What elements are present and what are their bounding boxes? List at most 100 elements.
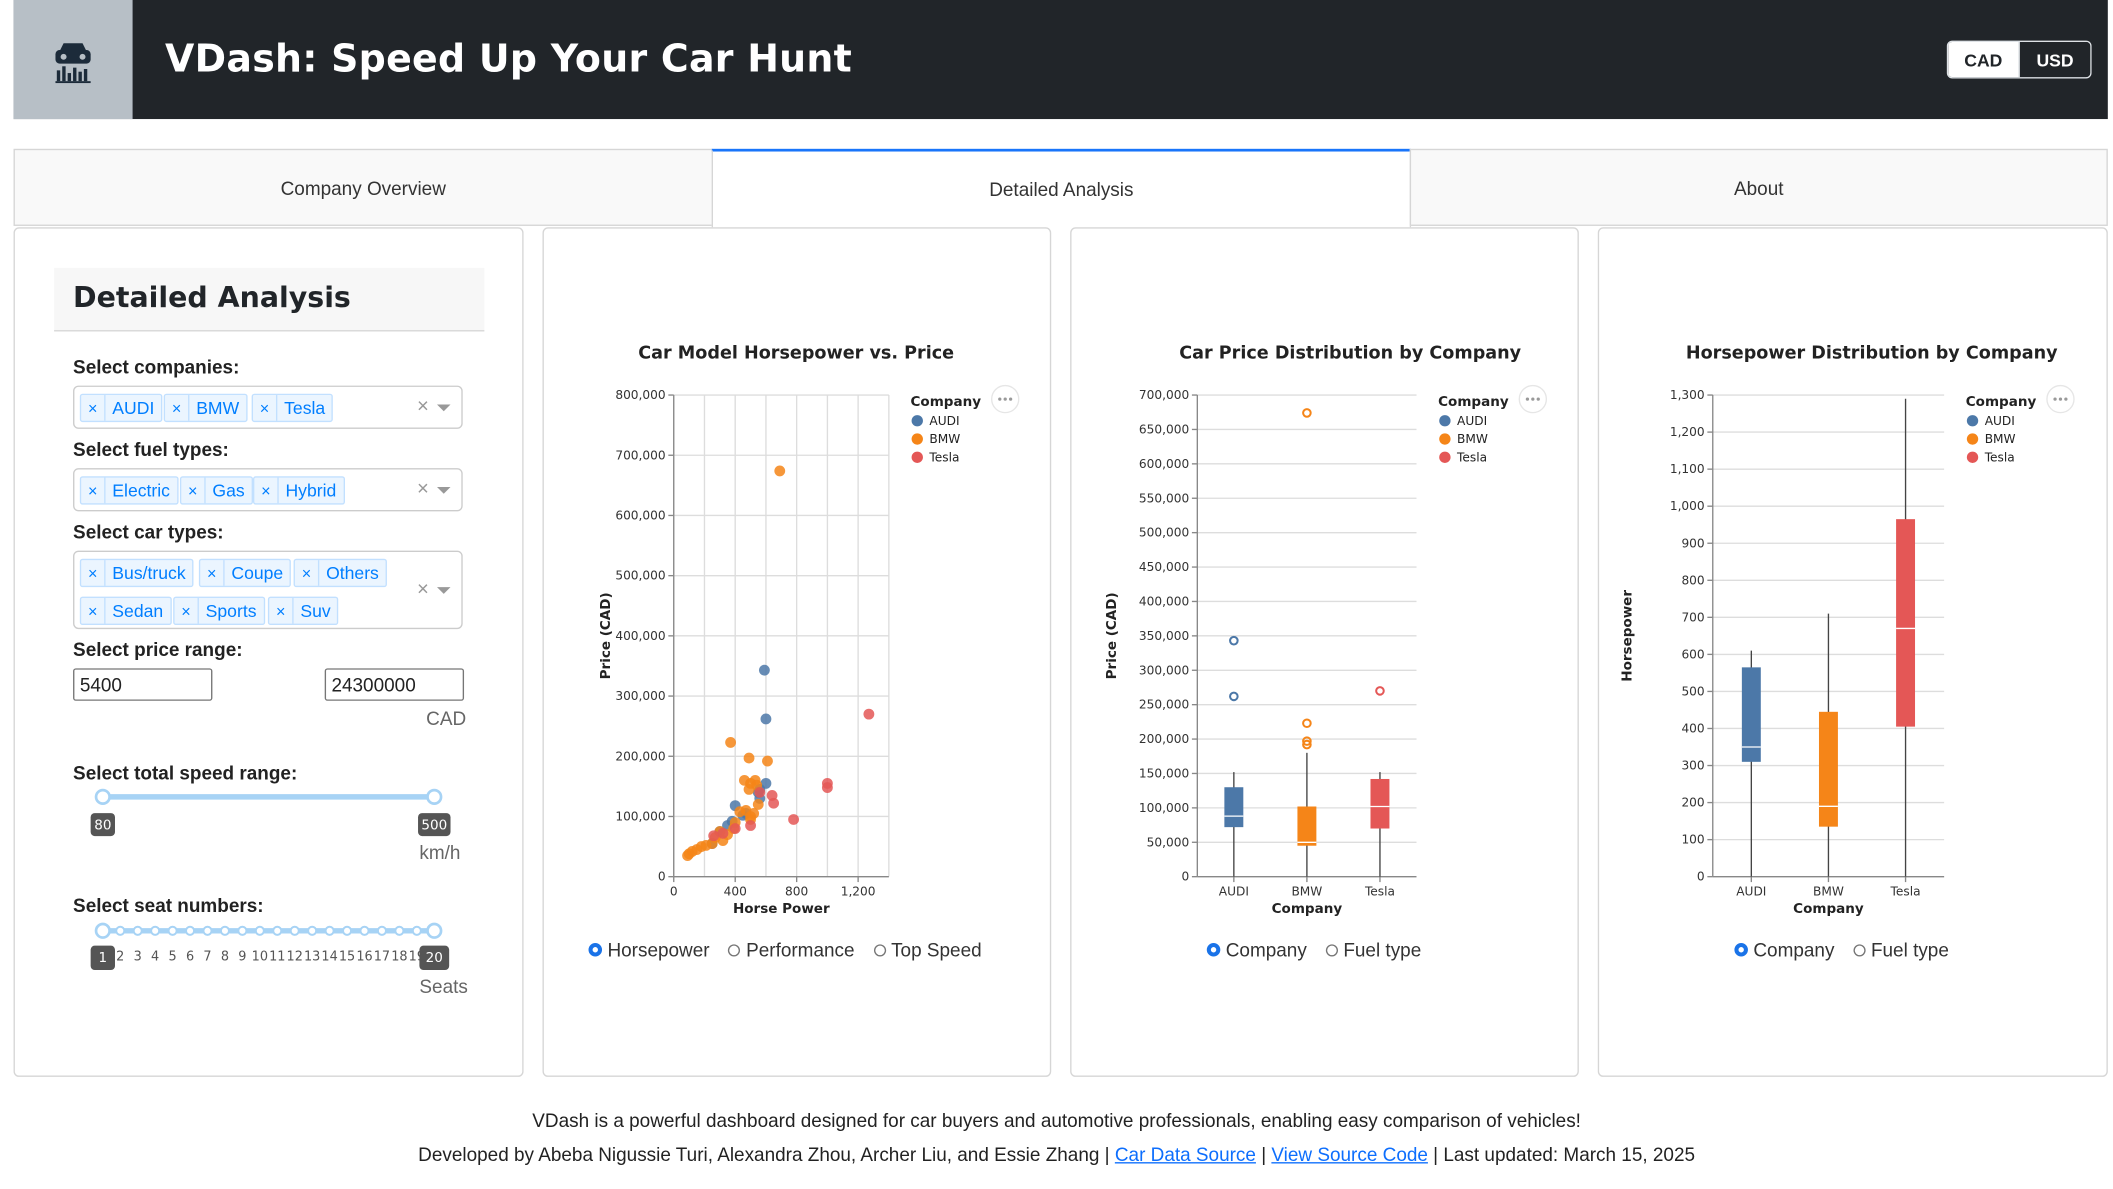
remove-icon[interactable]: × bbox=[269, 597, 294, 624]
legend-label: BMW bbox=[1457, 432, 1488, 446]
tab-about[interactable]: About bbox=[1409, 148, 2108, 226]
remove-icon[interactable]: × bbox=[81, 597, 106, 624]
remove-icon[interactable]: × bbox=[165, 395, 190, 421]
radio-checked-icon[interactable] bbox=[588, 942, 603, 957]
currency-cad-button[interactable]: CAD bbox=[1948, 41, 2019, 78]
remove-icon[interactable]: × bbox=[81, 477, 106, 504]
currency-usd-button[interactable]: USD bbox=[2018, 41, 2091, 78]
chip-sports: × Sports bbox=[173, 596, 265, 626]
legend-title: Company bbox=[1438, 394, 1509, 410]
speed-range-slider[interactable]: 80 500 bbox=[83, 786, 462, 840]
seat-max-handle[interactable] bbox=[426, 922, 443, 939]
scatter-point bbox=[754, 786, 766, 798]
legend-swatch bbox=[911, 451, 923, 463]
seat-mark-dot[interactable] bbox=[115, 925, 126, 936]
remove-icon[interactable]: × bbox=[81, 560, 106, 586]
y-axis-label: Price (CAD) bbox=[1104, 592, 1120, 679]
radio-unchecked-icon[interactable] bbox=[1325, 943, 1338, 956]
chart-title: Horsepower Distribution by Company bbox=[1686, 344, 2058, 364]
seat-mark-dot[interactable] bbox=[167, 925, 178, 936]
seat-mark-dot[interactable] bbox=[341, 925, 353, 936]
currency-toggle: CAD USD bbox=[1946, 40, 2092, 79]
chip-suv: × Suv bbox=[267, 596, 339, 626]
chevron-down-icon[interactable] bbox=[436, 587, 451, 594]
seat-mark-dot[interactable] bbox=[237, 925, 248, 936]
speed-max-handle[interactable] bbox=[426, 788, 443, 805]
seat-mark-dot[interactable] bbox=[324, 925, 335, 936]
seat-mark-dot[interactable] bbox=[307, 925, 318, 936]
fuel-types-select[interactable]: × Electric × Gas × Hybrid × bbox=[73, 468, 463, 512]
seat-mark-dot[interactable] bbox=[219, 925, 231, 936]
chart-title: Car Model Horsepower vs. Price bbox=[638, 344, 954, 364]
radio-top-speed[interactable]: Top Speed bbox=[873, 939, 982, 961]
seat-mark-dot[interactable] bbox=[272, 925, 283, 936]
chevron-down-icon[interactable] bbox=[436, 404, 451, 412]
companies-select[interactable]: × AUDI × BMW × Tesla × bbox=[73, 385, 463, 429]
x-tick-label: Tesla bbox=[1890, 885, 1921, 899]
seat-mark-dot[interactable] bbox=[184, 925, 196, 936]
seat-mark-dot[interactable] bbox=[202, 925, 213, 936]
y-tick-label: 0 bbox=[658, 870, 666, 884]
seat-mark-dot[interactable] bbox=[254, 925, 265, 936]
remove-icon[interactable]: × bbox=[200, 560, 225, 586]
price-min-input[interactable]: 5400 bbox=[73, 668, 213, 701]
clear-icon[interactable]: × bbox=[417, 395, 429, 418]
seat-mark-label: 3 bbox=[134, 950, 142, 965]
legend-label: BMW bbox=[1985, 432, 2016, 446]
seat-mark-dot[interactable] bbox=[394, 925, 405, 936]
remove-icon[interactable]: × bbox=[175, 597, 199, 624]
seat-mark-dot[interactable] bbox=[150, 925, 161, 936]
tab-detailed-analysis[interactable]: Detailed Analysis bbox=[711, 148, 1412, 228]
radio-unchecked-icon[interactable] bbox=[1853, 943, 1866, 956]
car-types-select[interactable]: × Bus/truck × Coupe × Others × Sedan × Sports… bbox=[73, 550, 463, 630]
seat-range-slider[interactable]: 2 3 4 5 6 7 8 9 10 11 12 13 14 15 16 17 18 19 1 20 bbox=[83, 920, 469, 974]
tab-company-overview[interactable]: Company Overview bbox=[13, 148, 713, 226]
more-dot bbox=[1531, 397, 1535, 401]
clear-icon[interactable]: × bbox=[417, 578, 429, 601]
radio-unchecked-icon[interactable] bbox=[873, 943, 886, 956]
y-tick-label: 100 bbox=[1681, 833, 1704, 847]
x-tick-label: AUDI bbox=[1736, 885, 1766, 899]
seat-mark-label: 11 bbox=[269, 950, 285, 965]
price-box-card: Car Price Distribution by Company 0 50,000… bbox=[1070, 227, 1579, 1077]
sidebar-header: Detailed Analysis bbox=[54, 267, 485, 332]
price-max-input[interactable]: 24300000 bbox=[324, 668, 465, 701]
radio-performance[interactable]: Performance bbox=[728, 939, 855, 961]
chip-coupe: × Coupe bbox=[198, 558, 292, 588]
clear-icon[interactable]: × bbox=[417, 478, 429, 501]
chart-title: Car Price Distribution by Company bbox=[1179, 344, 1521, 364]
y-tick-label: 1,000 bbox=[1670, 499, 1705, 513]
view-source-code-link[interactable]: View Source Code bbox=[1271, 1143, 1428, 1165]
radio-company[interactable]: Company bbox=[1734, 939, 1834, 961]
y-tick-label: 600,000 bbox=[1139, 457, 1189, 471]
seat-mark-dot[interactable] bbox=[132, 925, 143, 936]
footer-description: VDash is a powerful dashboard designed f… bbox=[532, 1109, 1581, 1132]
radio-fuel-type[interactable]: Fuel type bbox=[1853, 939, 1949, 961]
car-data-source-link[interactable]: Car Data Source bbox=[1115, 1143, 1256, 1165]
seat-mark-dot[interactable] bbox=[359, 925, 370, 936]
remove-icon[interactable]: × bbox=[181, 477, 206, 504]
y-tick-label: 1,100 bbox=[1670, 462, 1705, 476]
x-tick-label: 1,200 bbox=[841, 885, 876, 899]
chevron-down-icon[interactable] bbox=[436, 487, 451, 494]
seat-mark-label: 8 bbox=[221, 950, 229, 965]
remove-icon[interactable]: × bbox=[253, 395, 278, 421]
radio-company[interactable]: Company bbox=[1206, 939, 1307, 961]
radio-checked-icon[interactable] bbox=[1206, 942, 1221, 957]
radio-unchecked-icon[interactable] bbox=[728, 943, 741, 956]
remove-icon[interactable]: × bbox=[295, 560, 320, 586]
radio-fuel-type[interactable]: Fuel type bbox=[1325, 939, 1421, 961]
seat-min-handle[interactable] bbox=[94, 922, 111, 939]
radio-checked-icon[interactable] bbox=[1734, 942, 1748, 957]
seat-max-tooltip: 20 bbox=[426, 950, 443, 966]
seat-mark-dot[interactable] bbox=[411, 925, 422, 936]
remove-icon[interactable]: × bbox=[81, 395, 106, 421]
seat-mark-dot[interactable] bbox=[376, 925, 388, 936]
seat-mark-label: 12 bbox=[287, 950, 303, 965]
radio-horsepower[interactable]: Horsepower bbox=[588, 939, 710, 961]
legend-swatch bbox=[1966, 415, 1979, 427]
remove-icon[interactable]: × bbox=[254, 477, 279, 504]
speed-min-handle[interactable] bbox=[94, 788, 111, 805]
seat-mark-dot[interactable] bbox=[289, 925, 300, 936]
legend-label: AUDI bbox=[1457, 414, 1487, 428]
